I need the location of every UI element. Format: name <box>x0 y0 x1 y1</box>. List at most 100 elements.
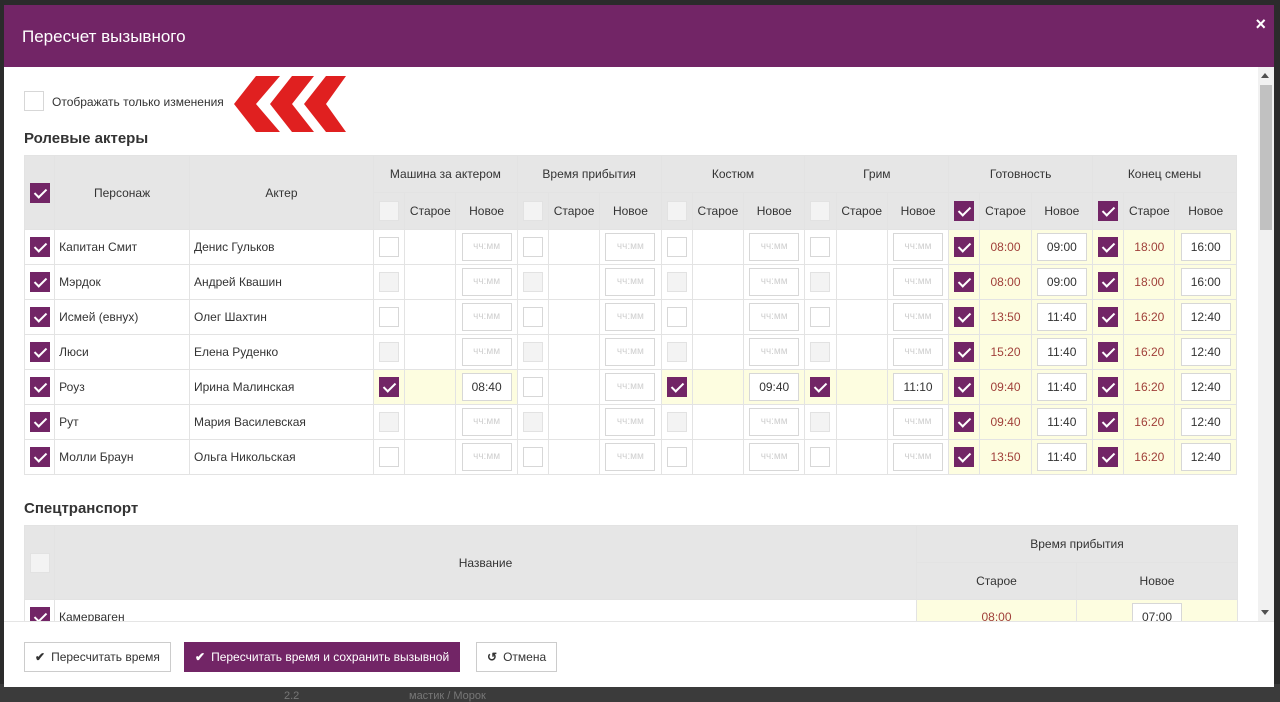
makeup-new-time-input[interactable]: 11:10 <box>893 373 944 401</box>
costume-checkbox[interactable] <box>666 307 687 327</box>
costume-checkbox[interactable] <box>666 447 687 467</box>
makeup-new-time-input[interactable]: чч:мм <box>893 233 944 261</box>
costume-checkbox[interactable] <box>666 342 687 362</box>
select-all-actors-checkbox[interactable] <box>29 182 50 203</box>
makeup-new-time-input[interactable]: чч:мм <box>893 408 944 436</box>
ready-new-time-input[interactable]: 11:40 <box>1036 443 1087 471</box>
row-select-checkbox[interactable] <box>29 237 50 257</box>
end-new-time-input[interactable]: 12:40 <box>1180 303 1231 331</box>
car-new-time-input[interactable]: чч:мм <box>461 408 512 436</box>
makeup-select-all-checkbox[interactable] <box>810 201 831 221</box>
ready-checkbox[interactable] <box>954 377 975 397</box>
arrival-new-time-input[interactable]: чч:мм <box>605 338 656 366</box>
show-changes-only-checkbox[interactable] <box>24 91 44 111</box>
end-checkbox[interactable] <box>1098 447 1119 467</box>
costume-new-time-input[interactable]: 09:40 <box>749 373 800 401</box>
makeup-checkbox[interactable] <box>810 307 831 327</box>
transport-row-checkbox[interactable] <box>29 607 50 621</box>
ready-select-all-checkbox[interactable] <box>954 201 975 221</box>
row-select-checkbox[interactable] <box>29 272 50 292</box>
end-checkbox[interactable] <box>1098 237 1119 257</box>
car-new-time-input[interactable]: 08:40 <box>461 373 512 401</box>
makeup-new-time-input[interactable]: чч:мм <box>893 268 944 296</box>
costume-checkbox[interactable] <box>666 237 687 257</box>
end-checkbox[interactable] <box>1098 412 1119 432</box>
costume-new-time-input[interactable]: чч:мм <box>749 443 800 471</box>
cancel-button[interactable]: ↺ Отмена <box>476 642 558 672</box>
scroll-up-icon[interactable] <box>1261 73 1269 78</box>
ready-checkbox[interactable] <box>954 237 975 257</box>
arrival-select-all-checkbox[interactable] <box>522 201 543 221</box>
row-select-checkbox[interactable] <box>29 377 50 397</box>
ready-new-time-input[interactable]: 09:00 <box>1036 233 1087 261</box>
makeup-new-time-input[interactable]: чч:мм <box>893 303 944 331</box>
end-new-time-input[interactable]: 16:00 <box>1180 268 1231 296</box>
car-checkbox[interactable] <box>379 447 400 467</box>
car-new-time-input[interactable]: чч:мм <box>461 303 512 331</box>
makeup-checkbox[interactable] <box>810 342 831 362</box>
ready-checkbox[interactable] <box>954 272 975 292</box>
end-checkbox[interactable] <box>1098 307 1119 327</box>
makeup-checkbox[interactable] <box>810 377 831 397</box>
ready-new-time-input[interactable]: 11:40 <box>1036 338 1087 366</box>
costume-select-all-checkbox[interactable] <box>666 201 687 221</box>
makeup-new-time-input[interactable]: чч:мм <box>893 338 944 366</box>
arrival-checkbox[interactable] <box>522 307 543 327</box>
ready-new-time-input[interactable]: 11:40 <box>1036 373 1087 401</box>
arrival-checkbox[interactable] <box>522 377 543 397</box>
costume-new-time-input[interactable]: чч:мм <box>749 233 800 261</box>
end-checkbox[interactable] <box>1098 342 1119 362</box>
car-select-all-checkbox[interactable] <box>379 201 400 221</box>
end-new-time-input[interactable]: 12:40 <box>1180 373 1231 401</box>
end-checkbox[interactable] <box>1098 377 1119 397</box>
scroll-thumb[interactable] <box>1260 85 1272 230</box>
car-new-time-input[interactable]: чч:мм <box>461 338 512 366</box>
car-new-time-input[interactable]: чч:мм <box>461 268 512 296</box>
makeup-checkbox[interactable] <box>810 447 831 467</box>
ready-new-time-input[interactable]: 11:40 <box>1036 303 1087 331</box>
ready-new-time-input[interactable]: 11:40 <box>1036 408 1087 436</box>
row-select-checkbox[interactable] <box>29 307 50 327</box>
car-checkbox[interactable] <box>379 307 400 327</box>
arrival-new-time-input[interactable]: чч:мм <box>605 233 656 261</box>
car-new-time-input[interactable]: чч:мм <box>461 233 512 261</box>
arrival-new-time-input[interactable]: чч:мм <box>605 373 656 401</box>
ready-new-time-input[interactable]: 09:00 <box>1036 268 1087 296</box>
arrival-new-time-input[interactable]: чч:мм <box>605 303 656 331</box>
row-select-checkbox[interactable] <box>29 412 50 432</box>
end-select-all-checkbox[interactable] <box>1098 201 1119 221</box>
car-checkbox[interactable] <box>379 412 400 432</box>
costume-new-time-input[interactable]: чч:мм <box>749 408 800 436</box>
makeup-checkbox[interactable] <box>810 412 831 432</box>
arrival-new-time-input[interactable]: чч:мм <box>605 408 656 436</box>
ready-checkbox[interactable] <box>954 447 975 467</box>
end-new-time-input[interactable]: 12:40 <box>1180 408 1231 436</box>
car-checkbox[interactable] <box>379 272 400 292</box>
car-checkbox[interactable] <box>379 342 400 362</box>
arrival-new-time-input[interactable]: чч:мм <box>605 443 656 471</box>
end-checkbox[interactable] <box>1098 272 1119 292</box>
arrival-checkbox[interactable] <box>522 412 543 432</box>
close-icon[interactable]: × <box>1255 15 1266 33</box>
end-new-time-input[interactable]: 12:40 <box>1180 338 1231 366</box>
transport-new-time-input[interactable]: 07:00 <box>1132 603 1182 621</box>
arrival-checkbox[interactable] <box>522 237 543 257</box>
ready-checkbox[interactable] <box>954 342 975 362</box>
car-checkbox[interactable] <box>379 377 400 397</box>
costume-new-time-input[interactable]: чч:мм <box>749 303 800 331</box>
ready-checkbox[interactable] <box>954 307 975 327</box>
end-new-time-input[interactable]: 16:00 <box>1180 233 1231 261</box>
makeup-new-time-input[interactable]: чч:мм <box>893 443 944 471</box>
costume-checkbox[interactable] <box>666 272 687 292</box>
arrival-checkbox[interactable] <box>522 447 543 467</box>
scroll-down-icon[interactable] <box>1261 610 1269 615</box>
recalc-time-button[interactable]: ✔ Пересчитать время <box>24 642 171 672</box>
arrival-checkbox[interactable] <box>522 272 543 292</box>
ready-checkbox[interactable] <box>954 412 975 432</box>
costume-new-time-input[interactable]: чч:мм <box>749 338 800 366</box>
makeup-checkbox[interactable] <box>810 272 831 292</box>
end-new-time-input[interactable]: 12:40 <box>1180 443 1231 471</box>
row-select-checkbox[interactable] <box>29 447 50 467</box>
arrival-checkbox[interactable] <box>522 342 543 362</box>
row-select-checkbox[interactable] <box>29 342 50 362</box>
